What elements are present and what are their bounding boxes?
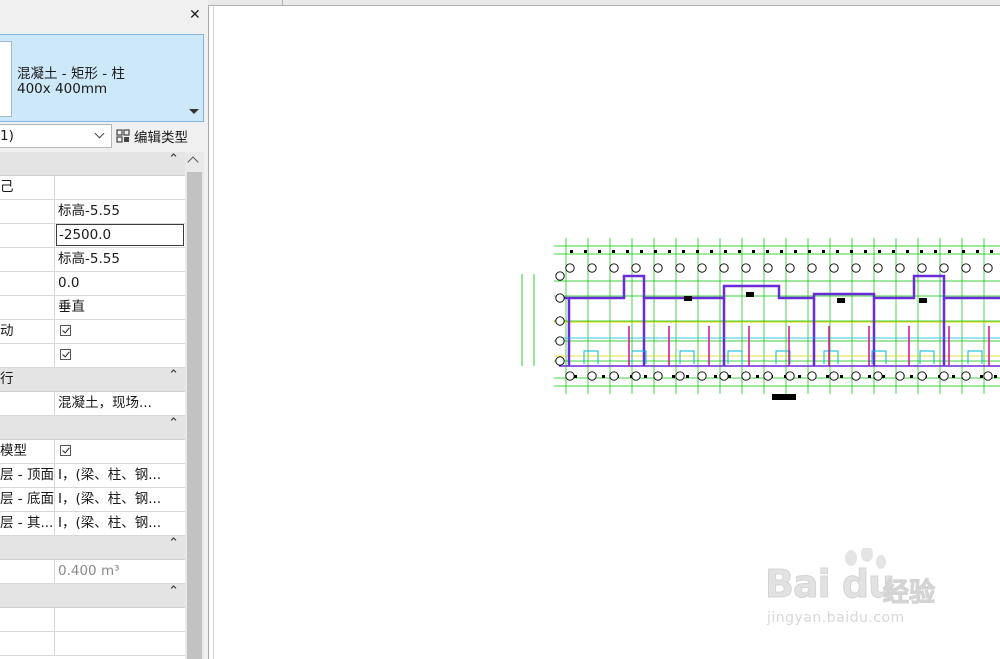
property-value[interactable]: I，(梁、柱、钢... <box>58 512 184 535</box>
group-label <box>0 584 55 607</box>
property-name <box>0 224 55 247</box>
property-row[interactable] <box>0 344 185 368</box>
type-selector[interactable]: 混凝土 - 矩形 - 柱 400x 400mm <box>0 34 204 122</box>
property-group-header[interactable]: ⌃ <box>0 416 185 440</box>
property-name <box>0 296 55 319</box>
property-name <box>0 200 55 223</box>
property-name-text: 模型 <box>0 443 27 459</box>
edit-type-button[interactable]: 编辑类型 <box>116 126 188 146</box>
property-group-header[interactable]: ⌃ <box>0 536 185 560</box>
property-row[interactable]: 垂直 <box>0 296 185 320</box>
property-value[interactable]: I，(梁、柱、钢... <box>58 488 184 511</box>
checkbox-checked[interactable] <box>60 325 71 336</box>
group-label <box>0 416 55 439</box>
watermark-url: jingyan.baidu.com <box>767 610 905 626</box>
checkbox-checked[interactable] <box>60 349 71 360</box>
dropdown-arrow-icon[interactable] <box>189 109 199 114</box>
property-group-header[interactable]: ⌃ <box>0 152 185 176</box>
properties-panel: ✕ 混凝土 - 矩形 - 柱 400x 400mm 1) 编辑类型 ⌃ 己标高-5… <box>0 0 209 659</box>
property-row[interactable]: 层 - 底面 I，(梁、柱、钢... <box>0 488 185 512</box>
checkbox-checked[interactable] <box>60 445 71 456</box>
property-name <box>0 272 55 295</box>
chevron-up-icon[interactable]: ⌃ <box>168 537 179 550</box>
chevron-up-icon[interactable]: ⌃ <box>168 417 179 430</box>
watermark-cn-text: 经验 <box>882 578 936 609</box>
property-value[interactable]: 混凝土，现场... <box>58 392 184 415</box>
property-row[interactable]: 层 - 顶面 I，(梁、柱、钢... <box>0 464 185 488</box>
group-label: 行 <box>0 371 14 387</box>
property-name <box>0 392 55 415</box>
property-row[interactable]: 标高-5.55 <box>0 248 185 272</box>
property-name-text: 层 - 顶面 <box>0 467 54 483</box>
filter-selected-value: 1) <box>0 128 14 144</box>
scrollbar-thumb[interactable] <box>187 172 202 659</box>
property-group-header[interactable]: 行 ⌃ <box>0 368 185 392</box>
chevron-up-icon[interactable]: ⌃ <box>168 369 179 382</box>
property-value[interactable]: 0.0 <box>58 272 184 295</box>
watermark-brand: Bai du <box>764 562 895 607</box>
edit-type-icon <box>116 129 130 143</box>
property-value-input[interactable]: -2500.0 <box>56 224 184 246</box>
property-value[interactable] <box>58 632 184 655</box>
property-row[interactable]: 混凝土，现场... <box>0 392 185 416</box>
property-row[interactable] <box>0 608 185 632</box>
chevron-down-icon[interactable] <box>94 128 105 139</box>
property-name <box>0 344 55 367</box>
property-row[interactable]: 己 <box>0 176 185 200</box>
property-row[interactable] <box>0 632 185 656</box>
property-name <box>0 632 55 655</box>
property-value[interactable]: 标高-5.55 <box>58 248 184 271</box>
property-name: 动 <box>0 320 55 343</box>
type-preview-thumbnail <box>0 41 12 117</box>
view-tab[interactable] <box>210 0 283 5</box>
property-name-text: 动 <box>0 323 14 339</box>
chevron-up-icon[interactable]: ⌃ <box>168 153 179 166</box>
property-value[interactable]: 标高-5.55 <box>58 200 184 223</box>
property-row[interactable]: 层 - 其... I，(梁、柱、钢... <box>0 512 185 536</box>
property-value[interactable] <box>58 176 184 199</box>
property-name <box>0 248 55 271</box>
type-family-name: 混凝土 - 矩形 - 柱 <box>17 66 125 82</box>
property-row[interactable]: 标高-5.55 <box>0 200 185 224</box>
properties-grid: ⌃ 己标高-5.55 -2500.0 标高-5.55 0.0 垂直动行 ⌃ 混凝土，现场...… <box>0 152 185 659</box>
property-row[interactable]: -2500.0 <box>0 224 185 248</box>
property-group-header[interactable]: ⌃ <box>0 584 185 608</box>
properties-scrollbar[interactable] <box>185 152 204 659</box>
property-name: 层 - 顶面 <box>0 464 55 487</box>
baidu-watermark: Bai du 经验 jingyan.baidu.com <box>764 548 955 638</box>
property-name-text: 层 - 底面 <box>0 491 54 507</box>
property-value[interactable] <box>58 344 184 367</box>
property-name: 层 - 其... <box>0 512 55 535</box>
close-icon[interactable]: ✕ <box>189 8 201 22</box>
group-label <box>0 536 55 559</box>
property-name: 层 - 底面 <box>0 488 55 511</box>
property-name <box>0 560 55 583</box>
property-value[interactable] <box>58 608 184 631</box>
property-name-text: 层 - 其... <box>0 515 54 531</box>
type-size-label: 400x 400mm <box>17 81 108 97</box>
scroll-up-icon[interactable] <box>187 156 199 168</box>
group-label <box>0 152 55 175</box>
chevron-up-icon[interactable]: ⌃ <box>168 585 179 598</box>
property-row[interactable]: 模型 <box>0 440 185 464</box>
property-row[interactable]: 动 <box>0 320 185 344</box>
property-value[interactable]: 垂直 <box>58 296 184 319</box>
property-name <box>0 608 55 631</box>
edit-type-label: 编辑类型 <box>134 130 188 146</box>
instance-filter-dropdown[interactable]: 1) <box>0 124 112 148</box>
property-row[interactable]: 0.400 m³ <box>0 560 185 584</box>
property-name: 己 <box>0 176 55 199</box>
property-name: 模型 <box>0 440 55 463</box>
property-value[interactable] <box>58 320 184 343</box>
property-value[interactable] <box>58 440 184 463</box>
property-value[interactable]: 0.400 m³ <box>58 560 184 583</box>
property-name-text: 己 <box>0 179 14 195</box>
property-row[interactable]: 0.0 <box>0 272 185 296</box>
structural-floor-plan[interactable] <box>514 226 1000 406</box>
property-value[interactable]: I，(梁、柱、钢... <box>58 464 184 487</box>
